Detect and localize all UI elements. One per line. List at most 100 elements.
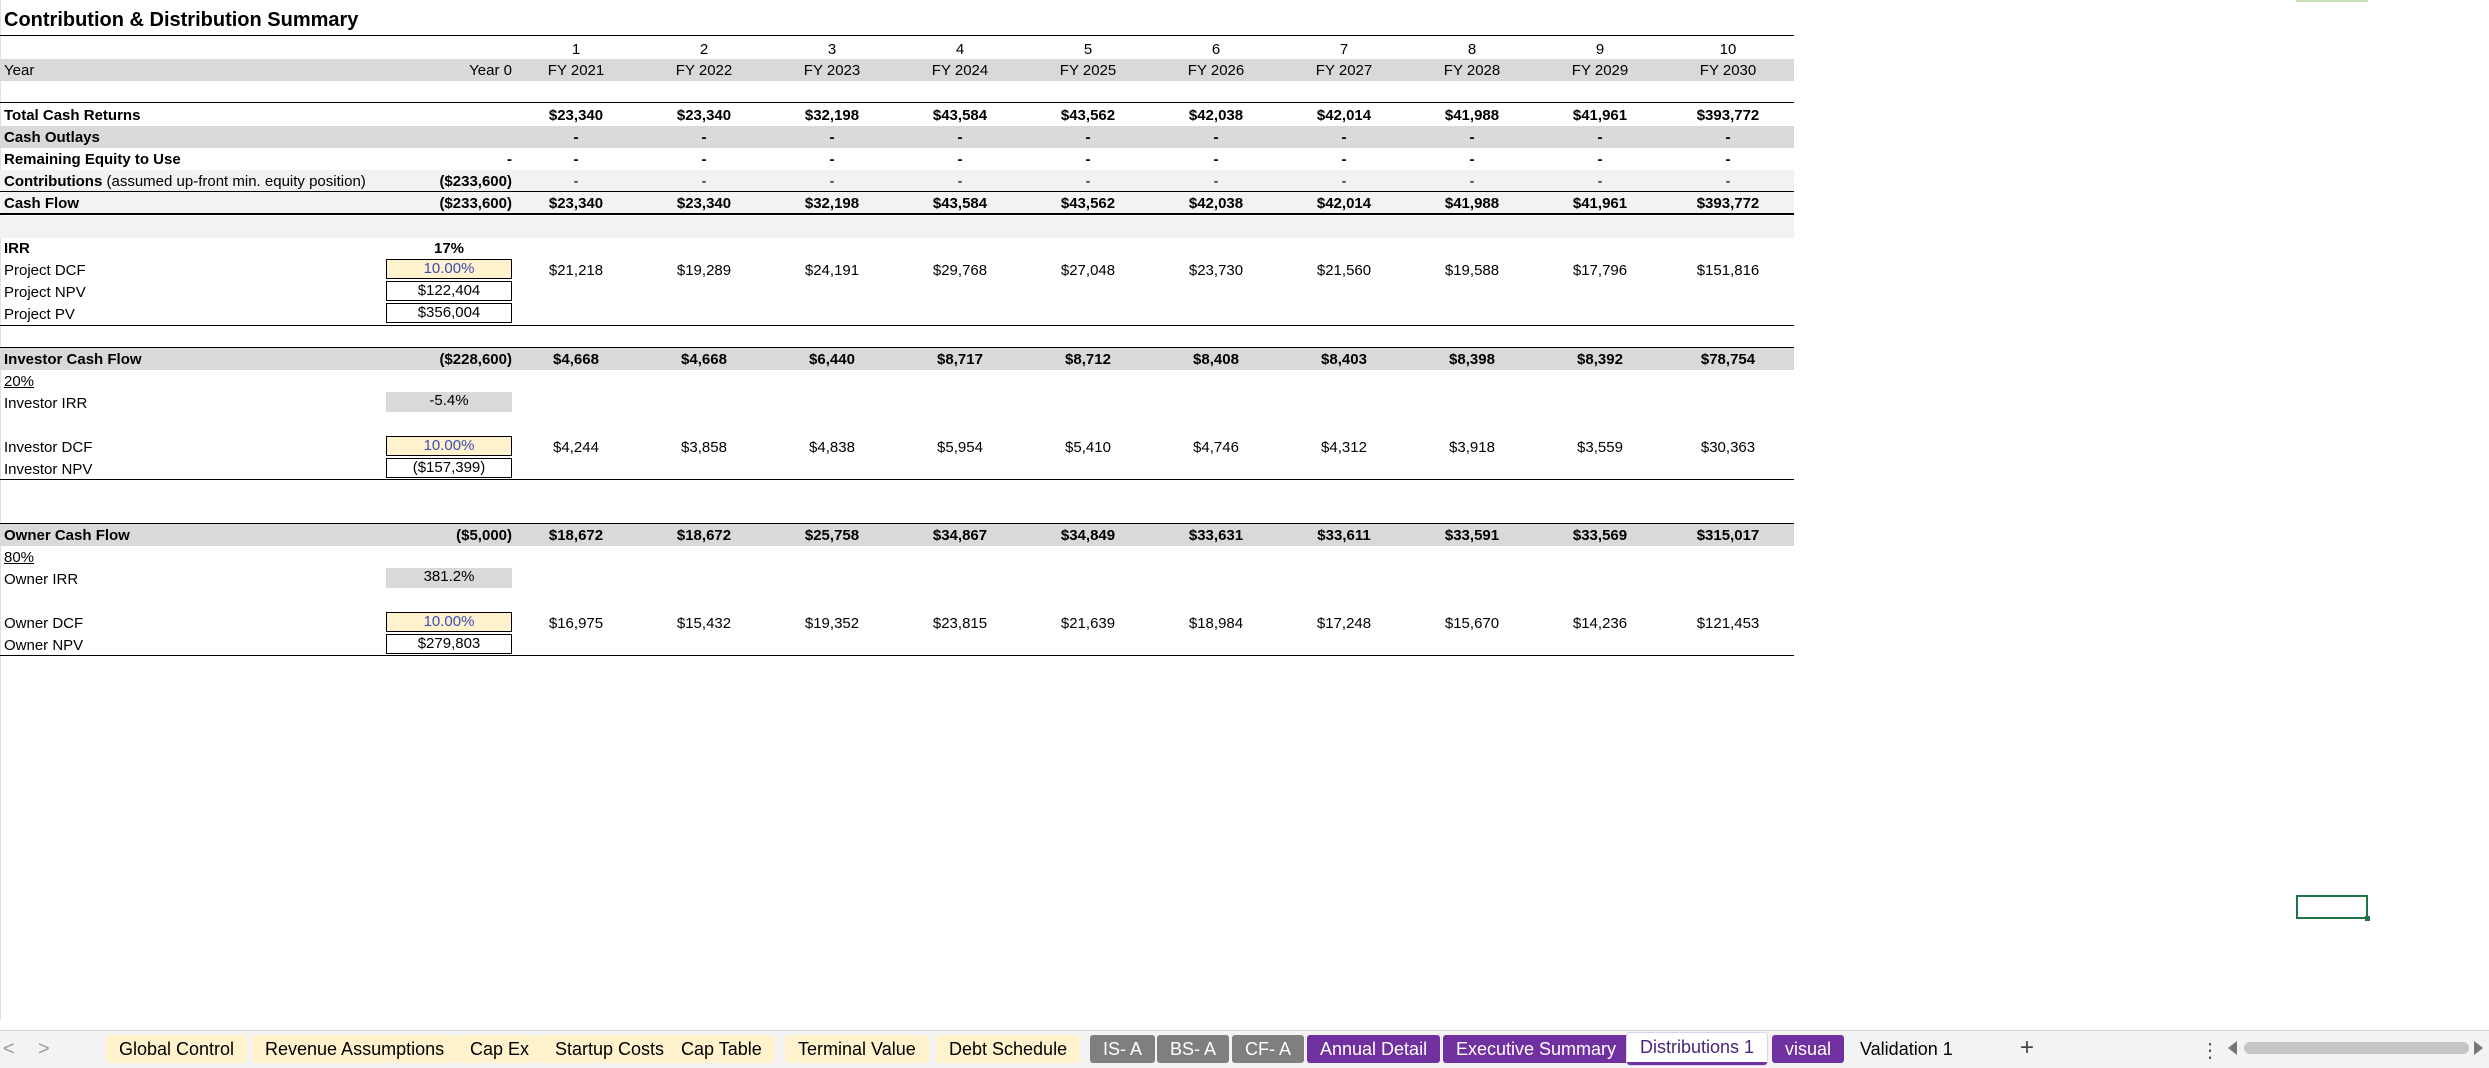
sheet-tab-cap-table[interactable]: Cap Table [668, 1035, 775, 1063]
hscroll-right-arrow-icon[interactable] [2474, 1041, 2483, 1055]
investor-dcf-value-3: $4,838 [809, 439, 855, 456]
cash-flow-bottom-border [0, 213, 1794, 215]
sheet-tab-validation-1[interactable]: Validation 1 [1847, 1035, 1966, 1063]
cash-outlays-value-1: - [573, 129, 579, 146]
cash-flow-value-9: $41,961 [1572, 195, 1628, 212]
cash-outlays-value-10: - [1725, 129, 1731, 146]
sheet-tab-executive-summary[interactable]: Executive Summary [1443, 1035, 1630, 1063]
contributions-value-7: - [1341, 173, 1347, 190]
section-divider [0, 102, 1794, 103]
sheet-tab-distributions-1[interactable]: Distributions 1 [1627, 1033, 1768, 1065]
sheet-tab-is-a[interactable]: IS- A [1090, 1035, 1156, 1063]
fiscal-year-2: FY 2022 [675, 62, 733, 79]
investor-cash-flow-value-8: $8,398 [1449, 351, 1495, 368]
investor-npv-label: Investor NPV [4, 461, 93, 478]
owner-cash-flow-value-5: $34,849 [1060, 527, 1116, 544]
more-options-icon[interactable]: ⋮ [2200, 1038, 2220, 1063]
investor-dcf-row: Investor DCF $4,244 $3,858 $4,838 $5,954 $5,… [0, 436, 1794, 458]
contributions-label: Contributions [4, 173, 103, 190]
investor-dcf-value-6: $4,746 [1193, 439, 1239, 456]
investor-irr-label: Investor IRR [4, 395, 88, 412]
remaining-equity-value-8: - [1469, 151, 1475, 168]
total-cash-returns-value-10: $393,772 [1696, 107, 1760, 124]
sheet-tab-cf-a[interactable]: CF- A [1232, 1035, 1305, 1063]
cash-flow-year0: ($233,600) [439, 195, 512, 212]
owner-dcf-rate-input[interactable]: 10.00% [386, 612, 512, 632]
cash-outlays-value-3: - [829, 129, 835, 146]
project-dcf-rate-input[interactable]: 10.00% [386, 259, 512, 279]
sheet-tab-annual-detail[interactable]: Annual Detail [1307, 1035, 1441, 1063]
project-dcf-value-8: $19,588 [1444, 262, 1500, 279]
cash-outlays-value-4: - [957, 129, 963, 146]
column-header-highlight [2296, 0, 2368, 2]
remaining-equity-value-9: - [1597, 151, 1603, 168]
fiscal-year-7: FY 2027 [1315, 62, 1373, 79]
remaining-equity-value-5: - [1085, 151, 1091, 168]
cash-flow-value-7: $42,014 [1316, 195, 1372, 212]
period-number-7: 7 [1339, 41, 1349, 58]
owner-cash-flow-row: Owner Cash Flow ($5,000) $18,672 $18,672 $25… [0, 524, 1794, 546]
owner-irr-row: Owner IRR [0, 568, 1794, 590]
fiscal-year-5: FY 2025 [1059, 62, 1117, 79]
horizontal-scrollbar[interactable] [2244, 1042, 2469, 1054]
investor-irr-value: -5.4% [386, 392, 512, 412]
project-pv-value: $356,004 [386, 303, 512, 323]
project-dcf-value-6: $23,730 [1188, 262, 1244, 279]
contributions-label-group: Contributions (assumed up-front min. equ… [4, 173, 366, 190]
investor-dcf-value-2: $3,858 [681, 439, 727, 456]
total-cash-returns-value-7: $42,014 [1316, 107, 1372, 124]
fiscal-year-1: FY 2021 [547, 62, 605, 79]
total-cash-returns-label: Total Cash Returns [4, 107, 141, 124]
investor-share: 20% [4, 373, 35, 390]
sheet-tab-visual[interactable]: visual [1772, 1035, 1845, 1063]
sheet-tab-bs-a[interactable]: BS- A [1157, 1035, 1230, 1063]
add-sheet-icon[interactable]: + [2020, 1034, 2034, 1062]
selected-cell[interactable] [2296, 895, 2370, 921]
tab-scroll-right-icon[interactable]: > [38, 1038, 50, 1061]
cash-outlays-value-5: - [1085, 129, 1091, 146]
period-number-10: 10 [1719, 41, 1737, 58]
project-dcf-value-10: $151,816 [1696, 262, 1760, 279]
investor-dcf-label: Investor DCF [4, 439, 93, 456]
sheet-tab-global-control[interactable]: Global Control [106, 1035, 248, 1063]
project-npv-label: Project NPV [4, 284, 86, 301]
remaining-equity-value-2: - [701, 151, 707, 168]
period-number-6: 6 [1211, 41, 1221, 58]
sheet-tab-startup-costs[interactable]: Startup Costs [542, 1035, 678, 1063]
cash-flow-value-4: $43,584 [932, 195, 988, 212]
total-cash-returns-value-1: $23,340 [548, 107, 604, 124]
investor-dcf-rate-input[interactable]: 10.00% [386, 436, 512, 456]
contributions-value-4: - [957, 173, 963, 190]
owner-dcf-value-6: $18,984 [1188, 615, 1244, 632]
hscroll-left-arrow-icon[interactable] [2228, 1041, 2237, 1055]
investor-cash-flow-value-5: $8,712 [1065, 351, 1111, 368]
cash-flow-row: Cash Flow ($233,600) $23,340 $23,340 $32,198… [0, 192, 1794, 214]
project-dcf-value-1: $21,218 [548, 262, 604, 279]
cash-outlays-value-7: - [1341, 129, 1347, 146]
project-dcf-value-2: $19,289 [676, 262, 732, 279]
title-underline [0, 35, 1794, 36]
cash-flow-value-10: $393,772 [1696, 195, 1760, 212]
tab-scroll-left-icon[interactable]: < [3, 1038, 15, 1061]
total-cash-returns-value-5: $43,562 [1060, 107, 1116, 124]
sheet-tab-cap-ex[interactable]: Cap Ex [457, 1035, 543, 1063]
remaining-equity-value-7: - [1341, 151, 1347, 168]
project-pv-row: Project PV [0, 303, 1794, 325]
owner-cash-flow-value-8: $33,591 [1444, 527, 1500, 544]
remaining-equity-value-6: - [1213, 151, 1219, 168]
investor-share-row: 20% [0, 370, 1794, 392]
project-dcf-value-3: $24,191 [804, 262, 860, 279]
sheet-tab-debt-schedule[interactable]: Debt Schedule [936, 1035, 1081, 1063]
owner-dcf-label: Owner DCF [4, 615, 84, 632]
project-npv-value: $122,404 [386, 281, 512, 301]
investor-cash-flow-value-2: $4,668 [681, 351, 727, 368]
cash-outlays-row: Cash Outlays - - - - - - - - - - [0, 126, 1794, 148]
investor-npv-value: ($157,399) [386, 458, 512, 478]
project-dcf-value-5: $27,048 [1060, 262, 1116, 279]
sheet-tab-terminal-value[interactable]: Terminal Value [785, 1035, 929, 1063]
cash-outlays-value-6: - [1213, 129, 1219, 146]
fiscal-year-4: FY 2024 [931, 62, 989, 79]
sheet-tab-revenue-assumptions[interactable]: Revenue Assumptions [252, 1035, 458, 1063]
period-number-8: 8 [1467, 41, 1477, 58]
remaining-equity-label: Remaining Equity to Use [4, 151, 181, 168]
